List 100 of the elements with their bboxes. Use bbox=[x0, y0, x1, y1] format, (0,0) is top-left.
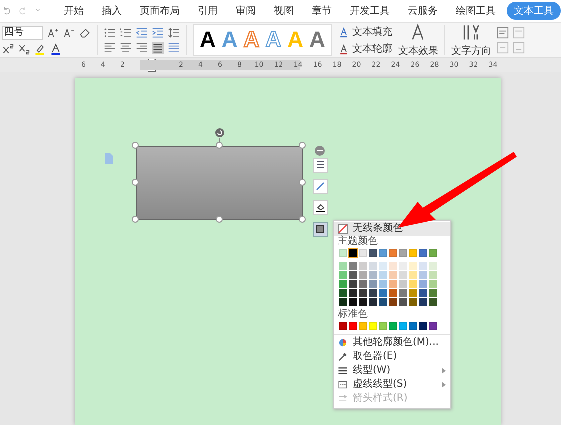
color-swatch[interactable] bbox=[389, 249, 397, 257]
anchor-icon[interactable] bbox=[104, 153, 113, 164]
color-swatch[interactable] bbox=[409, 271, 417, 279]
indent-marker-icon[interactable] bbox=[148, 58, 156, 72]
color-swatch[interactable] bbox=[419, 271, 427, 279]
eyedropper-icon[interactable] bbox=[338, 352, 348, 362]
color-swatch[interactable] bbox=[399, 249, 407, 257]
color-swatch[interactable] bbox=[379, 271, 387, 279]
color-swatch[interactable] bbox=[339, 249, 347, 257]
color-swatch[interactable] bbox=[369, 271, 377, 279]
redo-icon[interactable] bbox=[18, 6, 28, 16]
color-swatch[interactable] bbox=[349, 271, 357, 279]
color-swatch[interactable] bbox=[429, 262, 437, 270]
ribbon-tab[interactable]: 视图 bbox=[267, 2, 301, 20]
ribbon-tab[interactable]: 引用 bbox=[191, 2, 225, 20]
ribbon-tab[interactable]: 审阅 bbox=[229, 2, 263, 20]
color-swatch[interactable] bbox=[389, 298, 397, 306]
color-swatch[interactable] bbox=[429, 322, 437, 330]
line-weight-icon[interactable] bbox=[338, 366, 348, 376]
color-swatch[interactable] bbox=[409, 249, 417, 257]
line-spacing-icon[interactable] bbox=[168, 26, 180, 38]
color-swatch[interactable] bbox=[379, 262, 387, 270]
ribbon-tab[interactable]: 页面布局 bbox=[133, 2, 187, 20]
color-swatch[interactable] bbox=[349, 280, 357, 288]
align-left-icon[interactable] bbox=[104, 42, 116, 54]
ribbon-tab[interactable]: 绘图工具 bbox=[449, 2, 503, 20]
color-swatch[interactable] bbox=[349, 298, 357, 306]
color-swatch[interactable] bbox=[349, 322, 357, 330]
color-swatch[interactable] bbox=[419, 262, 427, 270]
color-swatch[interactable] bbox=[419, 298, 427, 306]
collapse-icon[interactable] bbox=[315, 146, 325, 156]
color-swatch[interactable] bbox=[419, 289, 427, 297]
text-fill-icon[interactable] bbox=[338, 26, 350, 38]
distribute-icon[interactable] bbox=[168, 42, 180, 54]
pen-button[interactable] bbox=[313, 179, 328, 194]
color-swatch[interactable] bbox=[359, 262, 367, 270]
color-swatch[interactable] bbox=[429, 298, 437, 306]
color-swatch[interactable] bbox=[389, 289, 397, 297]
color-swatch[interactable] bbox=[399, 271, 407, 279]
ribbon-tab[interactable]: 云服务 bbox=[401, 2, 445, 20]
color-swatch[interactable] bbox=[359, 280, 367, 288]
subscript-icon[interactable] bbox=[18, 42, 30, 54]
color-swatch[interactable] bbox=[429, 280, 437, 288]
color-swatch[interactable] bbox=[399, 322, 407, 330]
eraser-icon[interactable] bbox=[79, 26, 91, 38]
color-swatch[interactable] bbox=[429, 289, 437, 297]
superscript-icon[interactable] bbox=[2, 42, 14, 54]
color-swatch[interactable] bbox=[419, 280, 427, 288]
undo-icon[interactable] bbox=[2, 6, 12, 16]
color-swatch[interactable] bbox=[359, 322, 367, 330]
color-swatch[interactable] bbox=[359, 289, 367, 297]
decrease-indent-icon[interactable] bbox=[136, 26, 148, 38]
font-size-field[interactable]: 四号 bbox=[2, 26, 43, 40]
color-swatch[interactable] bbox=[399, 289, 407, 297]
color-swatch[interactable] bbox=[409, 262, 417, 270]
color-swatch[interactable] bbox=[389, 322, 397, 330]
ribbon-button[interactable]: 文字方向 bbox=[451, 44, 492, 58]
color-swatch[interactable] bbox=[339, 298, 347, 306]
color-swatch[interactable] bbox=[359, 271, 367, 279]
ribbon-button[interactable]: 文本填充 bbox=[352, 24, 392, 38]
align-right-icon[interactable] bbox=[136, 42, 148, 54]
bullet-list-icon[interactable] bbox=[104, 26, 116, 38]
ribbon-tab[interactable]: 章节 bbox=[305, 2, 339, 20]
menu-item[interactable]: 虚线线型(S) bbox=[334, 378, 450, 392]
fill-button[interactable] bbox=[313, 200, 328, 215]
color-swatch[interactable] bbox=[409, 289, 417, 297]
color-swatch[interactable] bbox=[409, 280, 417, 288]
color-swatch[interactable] bbox=[369, 280, 377, 288]
ribbon-button[interactable]: 文本轮廓 bbox=[352, 42, 392, 56]
menu-item[interactable]: 取色器(E) bbox=[334, 350, 450, 364]
color-swatch[interactable] bbox=[379, 298, 387, 306]
color-swatch[interactable] bbox=[369, 289, 377, 297]
color-swatch[interactable] bbox=[429, 271, 437, 279]
color-swatch[interactable] bbox=[399, 262, 407, 270]
color-swatch[interactable] bbox=[389, 262, 397, 270]
color-swatch[interactable] bbox=[339, 280, 347, 288]
color-swatch[interactable] bbox=[339, 289, 347, 297]
highlighter-icon[interactable] bbox=[34, 42, 46, 54]
text-box-icon[interactable] bbox=[497, 26, 510, 38]
color-swatch[interactable] bbox=[349, 262, 357, 270]
text-outline-icon[interactable] bbox=[338, 42, 350, 54]
color-swatch[interactable] bbox=[419, 322, 427, 330]
color-swatch[interactable] bbox=[399, 298, 407, 306]
align-center-icon[interactable] bbox=[120, 42, 132, 54]
justify-icon[interactable] bbox=[152, 42, 164, 54]
ribbon-tab[interactable]: 插入 bbox=[95, 2, 129, 20]
outline-button[interactable] bbox=[313, 222, 328, 237]
wordart-style[interactable]: A bbox=[309, 28, 326, 52]
color-swatch[interactable] bbox=[409, 322, 417, 330]
color-swatch[interactable] bbox=[339, 322, 347, 330]
menu-item[interactable]: 其他轮廓颜色(M)... bbox=[334, 336, 450, 350]
color-swatch[interactable] bbox=[369, 298, 377, 306]
color-swatch[interactable] bbox=[389, 271, 397, 279]
grow-font-icon[interactable] bbox=[47, 26, 59, 38]
text-box-icon[interactable] bbox=[513, 26, 526, 38]
color-swatch[interactable] bbox=[389, 280, 397, 288]
color-swatch[interactable] bbox=[379, 289, 387, 297]
wordart-style[interactable]: A bbox=[200, 28, 216, 52]
ribbon-tab[interactable]: 开始 bbox=[57, 2, 91, 20]
color-swatch[interactable] bbox=[379, 249, 387, 257]
